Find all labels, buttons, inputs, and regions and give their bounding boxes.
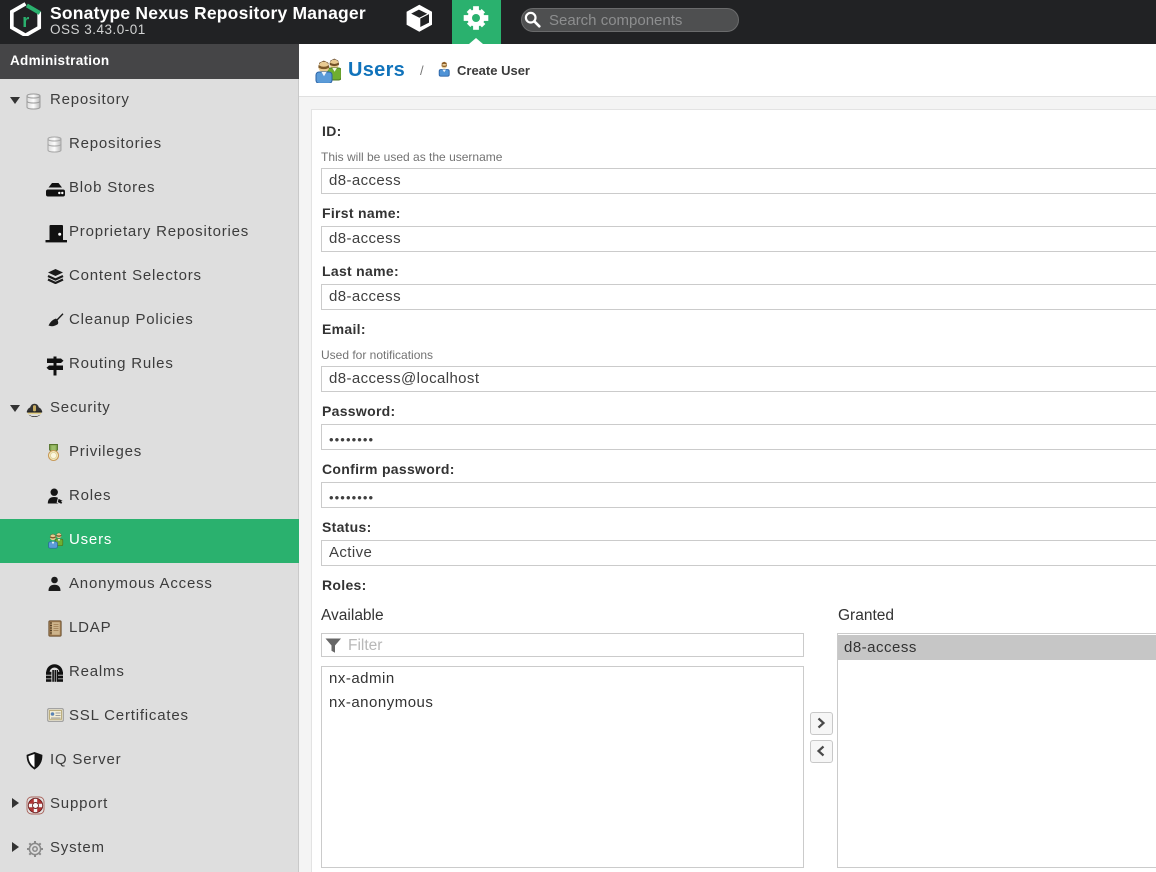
svg-text:r: r — [22, 11, 29, 31]
